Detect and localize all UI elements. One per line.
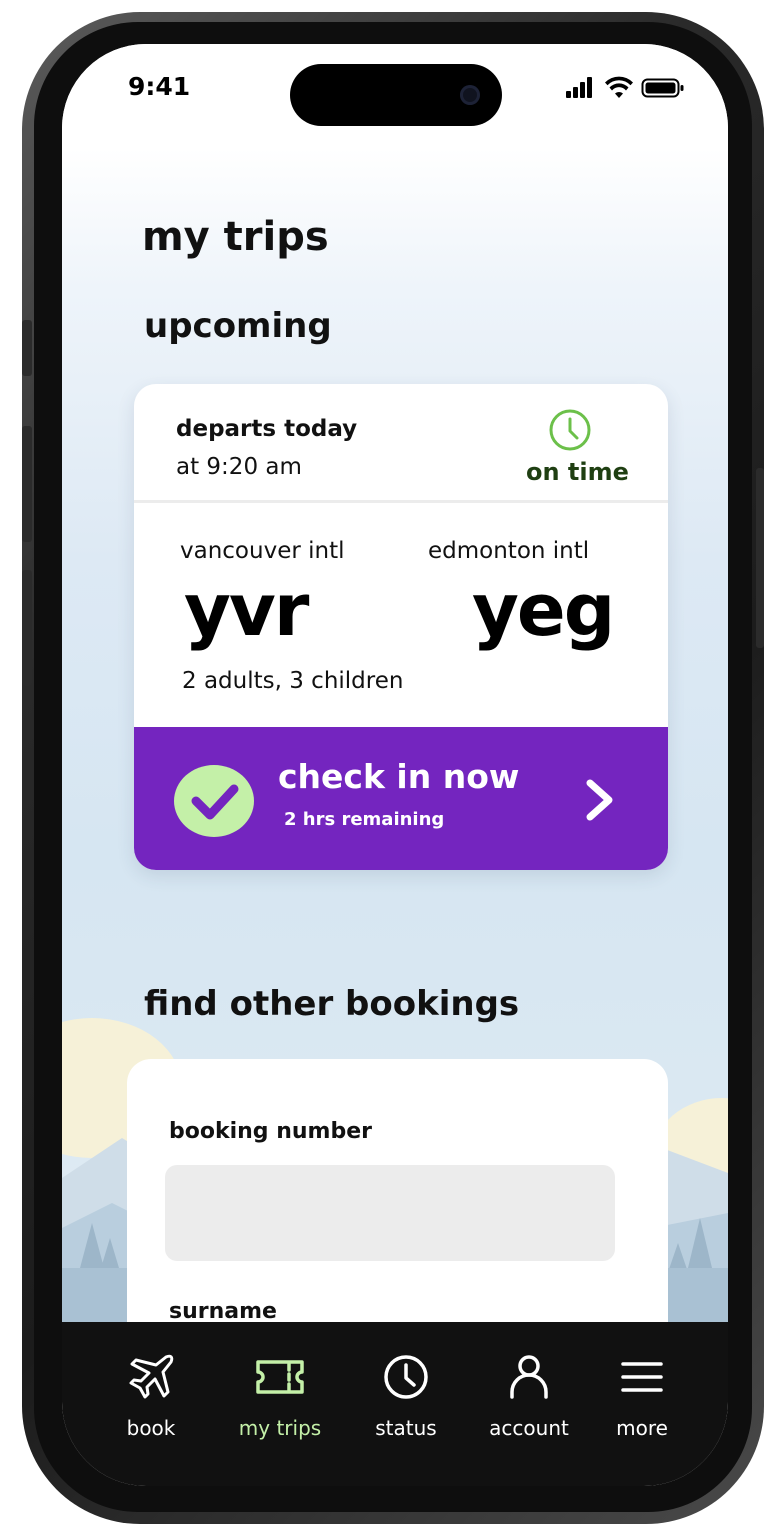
upcoming-trip-card[interactable]: departs today at 9:20 am on time vancouv… [134, 384, 668, 870]
clock-icon [384, 1355, 428, 1399]
chevron-right-icon [586, 779, 613, 821]
check-in-label: check in now [278, 757, 520, 796]
upcoming-heading: upcoming [144, 306, 332, 346]
phone-side-button [22, 570, 32, 686]
main-content[interactable]: my trips upcoming departs today at 9:20 … [62, 148, 728, 1322]
status-icons [566, 76, 684, 98]
page-title: my trips [142, 214, 329, 260]
hamburger-menu-icon [621, 1362, 663, 1392]
origin-airport-code: yvr [184, 568, 309, 652]
departure-time: at 9:20 am [176, 454, 302, 480]
status-bar: 9:41 [62, 44, 728, 148]
find-bookings-card: booking number surname [127, 1059, 668, 1322]
tab-account-label: account [489, 1416, 569, 1440]
tab-my-trips[interactable]: my trips [220, 1352, 340, 1452]
surname-label: surname [169, 1299, 277, 1322]
phone-side-button [22, 320, 32, 376]
find-bookings-heading: find other bookings [144, 984, 520, 1024]
tab-more[interactable]: more [582, 1352, 702, 1452]
check-circle-icon [174, 765, 254, 837]
tab-more-label: more [616, 1416, 668, 1440]
tab-status[interactable]: status [346, 1352, 466, 1452]
clock-icon [549, 409, 591, 451]
flight-status-badge: on time [526, 458, 629, 486]
cellular-signal-icon [566, 77, 592, 98]
wifi-icon [605, 76, 633, 98]
tab-status-label: status [375, 1416, 437, 1440]
check-in-button[interactable]: check in now 2 hrs remaining [134, 727, 668, 870]
passenger-count: 2 adults, 3 children [182, 668, 404, 694]
tab-account[interactable]: account [469, 1352, 589, 1452]
booking-number-input[interactable] [165, 1165, 615, 1261]
camera-icon [460, 85, 480, 105]
tab-my-trips-label: my trips [238, 1416, 322, 1440]
phone-side-button [22, 426, 32, 542]
departure-label: departs today [176, 416, 358, 442]
status-time: 9:41 [128, 72, 191, 101]
tab-book[interactable]: book [91, 1352, 211, 1452]
destination-airport-name: edmonton intl [428, 538, 590, 564]
battery-icon [641, 78, 684, 98]
card-divider [134, 500, 668, 503]
booking-number-label: booking number [169, 1119, 372, 1144]
tab-book-label: book [126, 1416, 176, 1440]
check-in-time-remaining: 2 hrs remaining [284, 809, 445, 830]
bottom-tab-bar: book my trips status account more [62, 1322, 728, 1486]
person-icon [510, 1355, 548, 1399]
origin-airport-name: vancouver intl [180, 538, 345, 564]
airplane-icon [129, 1354, 174, 1399]
destination-airport-code: yeg [472, 568, 615, 652]
ticket-icon [256, 1360, 304, 1394]
dynamic-island [290, 64, 502, 126]
phone-screen: 9:41 my trips upcoming departs today at … [62, 44, 728, 1486]
phone-side-button [756, 468, 764, 648]
